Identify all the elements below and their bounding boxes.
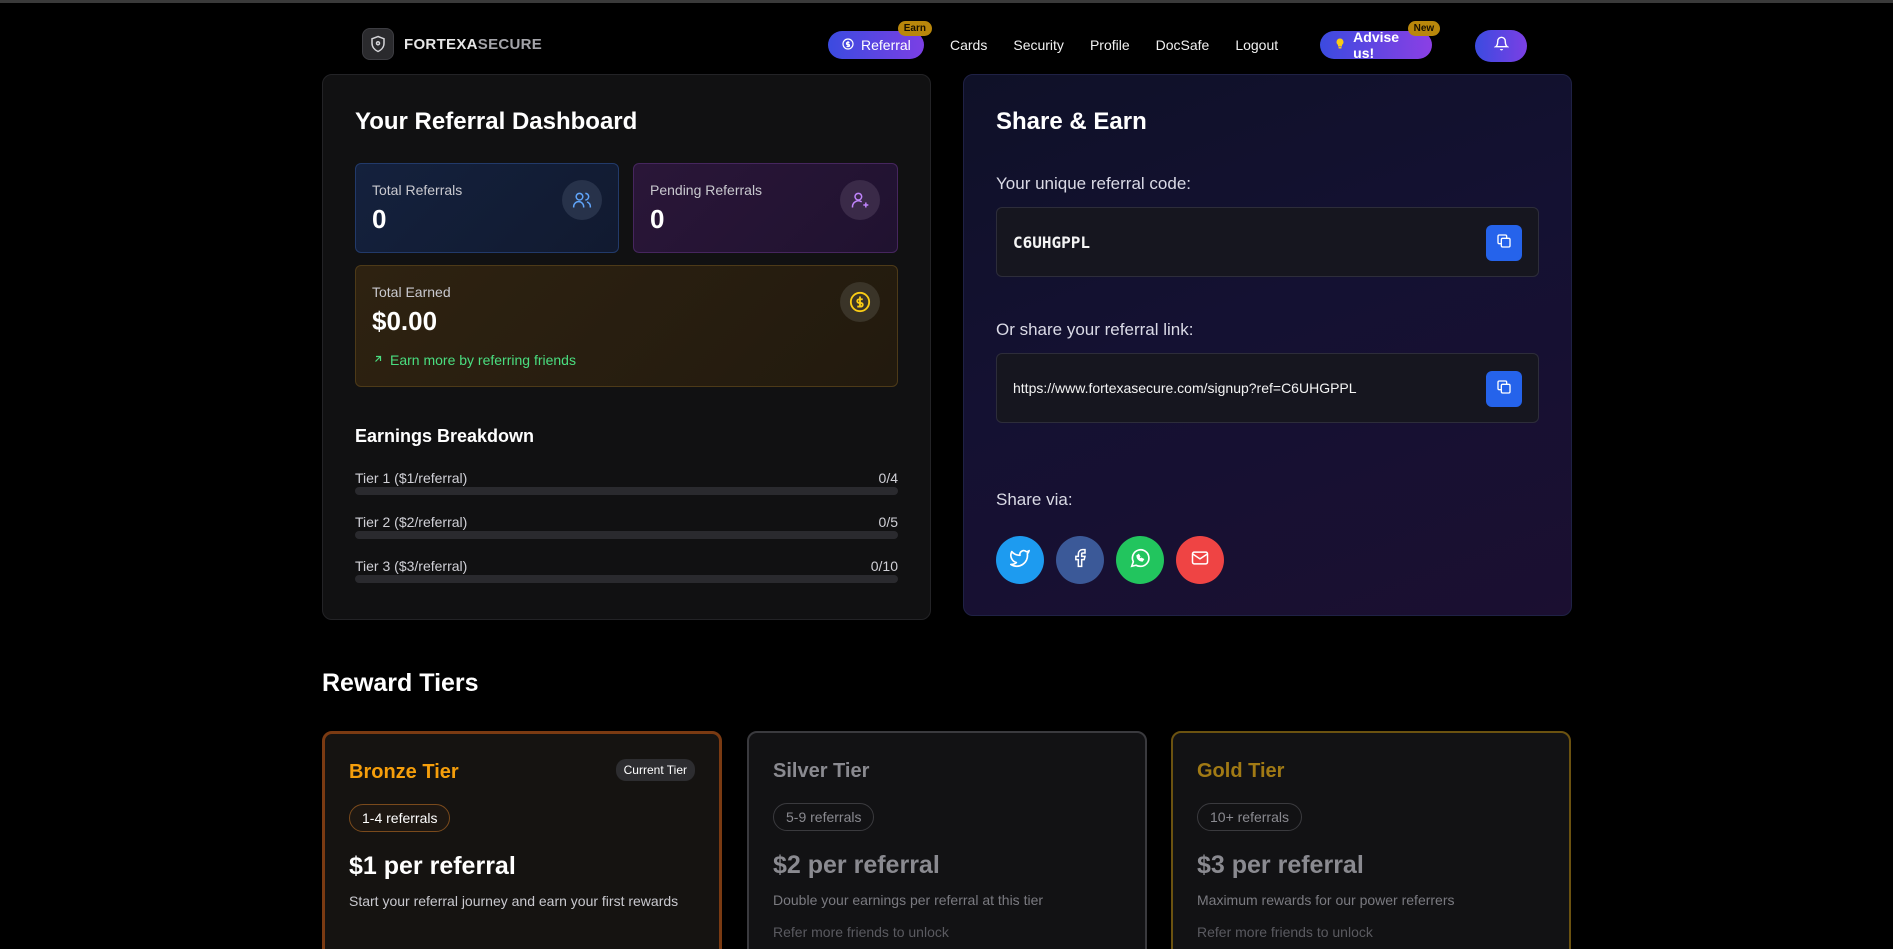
silver-tier-card: Silver Tier 5-9 referrals $2 per referra… [747,731,1147,949]
tier-label: Tier 1 ($1/referral) [355,470,468,486]
tier-price: $1 per referral [349,852,516,880]
nav-docsafe[interactable]: DocSafe [1156,37,1210,53]
referral-code-field: C6UHGPPL [996,207,1539,277]
copy-icon [1496,233,1512,254]
bell-icon [1493,36,1509,56]
user-plus-icon [840,180,880,220]
reward-tiers-title: Reward Tiers [322,669,479,697]
facebook-icon [1070,548,1090,573]
tier-range: 1-4 referrals [349,804,451,832]
referral-link-label: Or share your referral link: [996,320,1194,339]
nav-security[interactable]: Security [1013,37,1064,53]
tier-description: Start your referral journey and earn you… [349,893,679,909]
advise-us-button[interactable]: Advise us! New [1320,21,1441,61]
tier-3-row: Tier 3 ($3/referral) 0/10 [355,558,898,594]
tier-1-row: Tier 1 ($1/referral) 0/4 [355,470,898,506]
nav-logout[interactable]: Logout [1235,37,1278,53]
advise-us-label: Advise us! [1353,29,1400,61]
nav-cards[interactable]: Cards [950,37,987,53]
tier-name: Bronze Tier [349,761,459,783]
dashboard-title: Your Referral Dashboard [355,108,638,135]
earnings-breakdown-title: Earnings Breakdown [355,426,535,446]
share-email-button[interactable] [1176,536,1224,584]
share-and-earn-panel: Share & Earn Your unique referral code: … [963,74,1572,616]
pending-referrals-label: Pending Referrals [650,182,763,198]
whatsapp-icon [1129,547,1151,574]
nav-referral-button[interactable]: Referral Earn [828,21,932,59]
notifications-button[interactable] [1475,30,1527,62]
referral-code-value[interactable]: C6UHGPPL [1013,233,1090,252]
mail-icon [1190,548,1210,573]
earn-more-text: Earn more by referring friends [390,352,576,368]
referral-link-value[interactable]: https://www.fortexasecure.com/signup?ref… [1013,380,1357,396]
tier-progress-bar [355,487,898,495]
total-earned-label: Total Earned [372,284,451,300]
share-twitter-button[interactable] [996,536,1044,584]
nav-links: Referral Earn Cards Security Profile Doc… [828,21,1441,61]
total-referrals-card: Total Referrals 0 [355,163,619,253]
tier-progress-bar [355,575,898,583]
shield-icon [362,28,394,60]
brand-logo[interactable]: FORTEXASECURE [362,28,542,60]
earn-more-hint: Earn more by referring friends [372,352,576,368]
share-via-label: Share via: [996,490,1073,509]
tier-progress-bar [355,531,898,539]
current-tier-badge: Current Tier [615,759,695,781]
tier-unlock-hint: Refer more friends to unlock [773,924,949,940]
nav-profile[interactable]: Profile [1090,37,1130,53]
share-whatsapp-button[interactable] [1116,536,1164,584]
brand-name: FORTEXASECURE [404,35,543,53]
tier-range: 10+ referrals [1197,803,1302,831]
share-facebook-button[interactable] [1056,536,1104,584]
total-referrals-value: 0 [372,204,387,234]
pending-referrals-value: 0 [650,204,665,234]
bronze-tier-card: Bronze Tier Current Tier 1-4 referrals $… [322,731,722,949]
tier-label: Tier 3 ($3/referral) [355,558,468,574]
total-referrals-label: Total Referrals [372,182,463,198]
copy-icon [1496,379,1512,400]
tier-price: $2 per referral [773,851,940,879]
dollar-coin-icon [840,282,880,322]
share-title: Share & Earn [996,108,1147,135]
arrow-up-right-icon [372,352,384,368]
tier-unlock-hint: Refer more friends to unlock [1197,924,1373,940]
tier-name: Silver Tier [773,760,870,782]
lightbulb-icon [1334,37,1346,53]
tier-description: Double your earnings per referral at thi… [773,892,1044,908]
dollar-coin-icon [842,37,854,53]
nav-referral-label: Referral [861,37,911,53]
tier-count: 0/10 [870,558,898,574]
tier-name: Gold Tier [1197,760,1285,782]
total-earned-card: Total Earned $0.00 Earn more by referrin… [355,265,898,387]
tier-description: Maximum rewards for our power referrers [1197,892,1455,908]
pending-referrals-card: Pending Referrals 0 [633,163,898,253]
new-tag: New [1407,21,1441,36]
gold-tier-card: Gold Tier 10+ referrals $3 per referral … [1171,731,1571,949]
twitter-icon [1009,547,1031,574]
tier-count: 0/5 [878,514,898,530]
copy-link-button[interactable] [1486,371,1522,407]
referral-dashboard-panel: Your Referral Dashboard Total Referrals … [322,74,931,620]
referral-code-label: Your unique referral code: [996,174,1192,193]
users-icon [562,180,602,220]
top-navbar: FORTEXASECURE Referral Earn Cards Securi… [0,3,1893,73]
tier-range: 5-9 referrals [773,803,875,831]
tier-label: Tier 2 ($2/referral) [355,514,468,530]
earn-tag: Earn [897,21,932,36]
referral-link-field: https://www.fortexasecure.com/signup?ref… [996,353,1539,423]
tier-count: 0/4 [878,470,898,486]
tier-2-row: Tier 2 ($2/referral) 0/5 [355,514,898,550]
copy-code-button[interactable] [1486,225,1522,261]
total-earned-value: $0.00 [372,306,438,336]
tier-price: $3 per referral [1197,851,1364,879]
